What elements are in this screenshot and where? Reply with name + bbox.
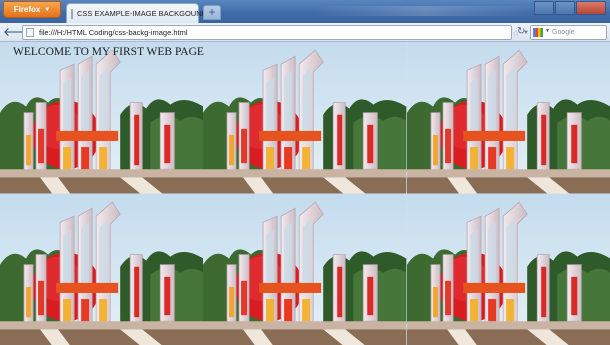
browser-window: Firefox ▼ CSS EXAMPLE-IMAGE BACKGOUND + … <box>0 0 610 345</box>
search-placeholder: Google <box>552 29 575 36</box>
navigation-bar: 🡐 file:///H:/HTML Coding/css-backg-image… <box>0 23 610 42</box>
background-image-tile <box>0 42 204 194</box>
background-image-tile <box>203 42 407 194</box>
maximize-button[interactable] <box>555 1 575 15</box>
reload-icon[interactable]: ↻ <box>517 26 525 38</box>
page-heading: WELCOME TO MY FIRST WEB PAGE <box>13 46 204 58</box>
google-engine-icon[interactable] <box>533 28 543 37</box>
tab-strip: Firefox ▼ CSS EXAMPLE-IMAGE BACKGOUND + <box>0 0 610 23</box>
window-title-glow <box>310 6 540 16</box>
firefox-menu-button[interactable]: Firefox ▼ <box>3 1 61 18</box>
search-engine-chevron-icon[interactable]: ▼ <box>545 28 550 34</box>
background-image-tile <box>203 193 407 345</box>
background-image-tile <box>0 193 204 345</box>
firefox-menu-label: Firefox <box>13 5 41 14</box>
page-icon <box>26 28 34 37</box>
address-bar-url: file:///H:/HTML Coding/css-backg-image.h… <box>39 28 188 37</box>
window-controls <box>533 1 606 15</box>
address-bar[interactable]: file:///H:/HTML Coding/css-backg-image.h… <box>22 25 529 40</box>
back-arrow-icon[interactable]: 🡐 <box>3 25 35 40</box>
search-box[interactable]: ▼ Google <box>530 25 607 40</box>
chevron-down-icon: ▼ <box>44 6 51 13</box>
tab-active[interactable]: CSS EXAMPLE-IMAGE BACKGOUND <box>66 3 207 23</box>
tab-title: CSS EXAMPLE-IMAGE BACKGOUND <box>77 9 208 18</box>
minimize-button[interactable] <box>534 1 554 15</box>
close-window-button[interactable] <box>576 1 606 15</box>
page-content: WELCOME TO MY FIRST WEB PAGE <box>0 42 610 345</box>
background-image-tile <box>406 193 610 345</box>
page-favicon-icon <box>71 8 73 19</box>
background-image-tile <box>406 42 610 194</box>
background-image-grid <box>0 42 610 345</box>
new-tab-button[interactable]: + <box>203 5 221 20</box>
